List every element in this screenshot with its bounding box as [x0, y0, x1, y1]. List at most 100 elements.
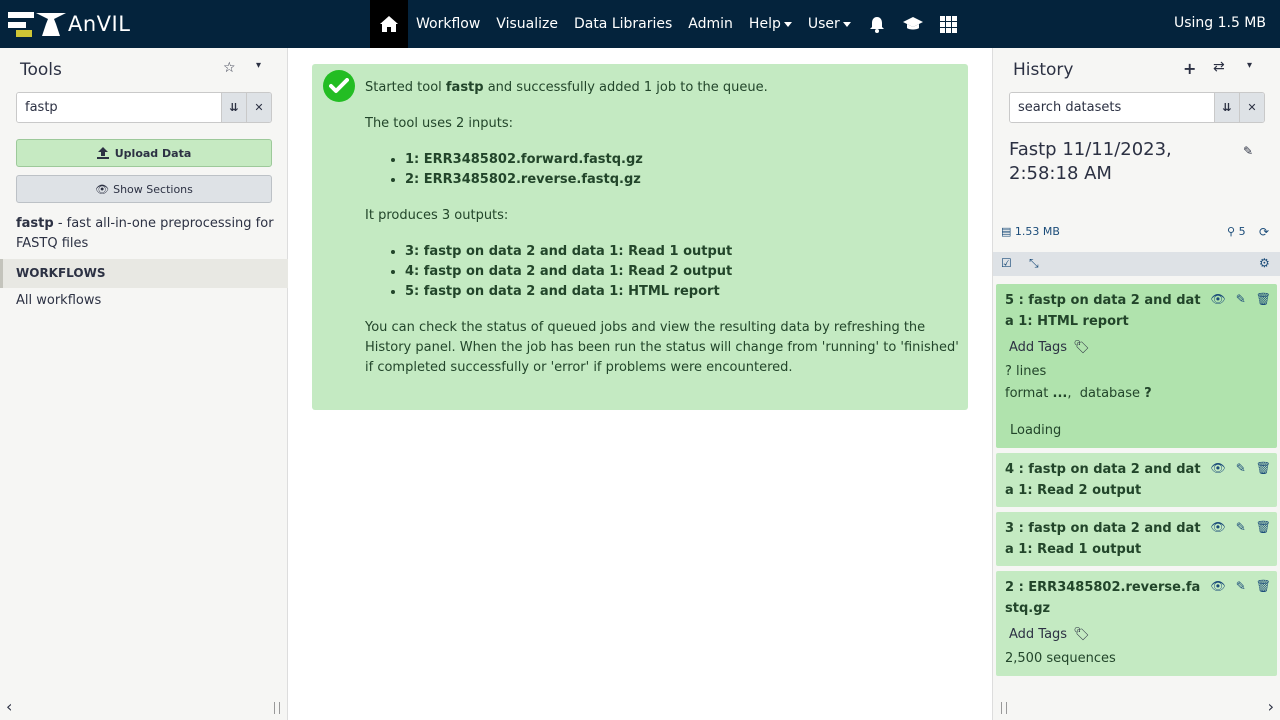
tool-search-input[interactable]	[17, 93, 221, 122]
pencil-icon[interactable]: ✎	[1236, 461, 1246, 475]
tours-button[interactable]	[895, 0, 931, 48]
eye-icon[interactable]: 👁	[1210, 579, 1225, 593]
clear-search-button[interactable]: ✕	[1239, 93, 1264, 122]
pencil-icon[interactable]: ✎	[1236, 520, 1246, 534]
add-tags-button[interactable]: Add Tags 🏷	[1009, 340, 1269, 355]
eye-icon[interactable]: 👁	[1210, 461, 1225, 475]
eye-icon[interactable]: 👁	[1210, 520, 1225, 534]
history-toolbar: ☑ ⤡ ⚙	[993, 252, 1280, 276]
pencil-icon[interactable]: ✎	[1243, 144, 1253, 158]
list-item: 2: ERR3485802.reverse.fastq.gz	[405, 170, 960, 190]
dataset-title[interactable]: 4 : fastp on data 2 and data 1: Read 2 o…	[1005, 459, 1205, 501]
tool-panel-title: Tools	[20, 60, 62, 80]
all-workflows-link[interactable]: All workflows	[16, 293, 101, 308]
show-sections-button[interactable]: 👁 Show Sections	[16, 175, 272, 203]
chevron-down-icon[interactable]: ▾	[1247, 60, 1252, 71]
home-button[interactable]	[370, 0, 408, 48]
nav-admin[interactable]: Admin	[680, 0, 741, 48]
dataset-actions: 👁 ✎ 🗑	[1210, 292, 1271, 306]
history-item[interactable]: 4 : fastp on data 2 and data 1: Read 2 o…	[996, 453, 1277, 507]
history-count-label: 5	[1238, 225, 1246, 238]
history-name[interactable]: Fastp 11/11/2023, 2:58:18 AM	[1009, 138, 1239, 186]
tool-search: ⇊ ✕	[16, 92, 272, 123]
bell-icon	[869, 16, 884, 33]
chevron-down-icon	[783, 21, 792, 27]
dataset-title[interactable]: 2 : ERR3485802.reverse.fastq.gz	[1005, 577, 1205, 619]
map-marker-icon: ⚲	[1227, 225, 1236, 238]
dataset-actions: 👁 ✎ 🗑	[1210, 461, 1271, 475]
select-items-icon[interactable]: ☑	[1001, 256, 1012, 270]
refresh-icon[interactable]: ⟳	[1259, 225, 1269, 239]
trash-icon[interactable]: 🗑	[1256, 461, 1271, 475]
trash-icon[interactable]: 🗑	[1256, 292, 1271, 306]
database-label: database	[1079, 386, 1141, 401]
history-size[interactable]: ▤ 1.53 MB	[1001, 225, 1060, 238]
upload-data-button[interactable]: Upload Data	[16, 139, 272, 167]
nav-help-label: Help	[748, 16, 781, 32]
inputs-intro: The tool uses 2 inputs:	[365, 116, 513, 131]
star-icon[interactable]: ☆	[223, 60, 236, 76]
inputs-list: 1: ERR3485802.forward.fastq.gz 2: ERR348…	[405, 150, 960, 190]
advanced-search-button[interactable]: ⇊	[1214, 93, 1239, 122]
upload-data-label: Upload Data	[114, 146, 192, 160]
dataset-loading: Loading	[1010, 423, 1062, 438]
format-label: format	[1005, 386, 1049, 401]
chevron-down-icon[interactable]: ▾	[256, 60, 261, 71]
history-item[interactable]: 3 : fastp on data 2 and data 1: Read 1 o…	[996, 512, 1277, 566]
list-item: 3: fastp on data 2 and data 1: Read 1 ou…	[405, 242, 960, 262]
history-item[interactable]: 2 : ERR3485802.reverse.fastq.gz 👁 ✎ 🗑 Ad…	[996, 571, 1277, 676]
collapse-left-icon[interactable]: ‹	[6, 697, 12, 716]
pencil-icon[interactable]: ✎	[1236, 579, 1246, 593]
add-tags-label: Add Tags	[1009, 627, 1068, 642]
add-tags-button[interactable]: Add Tags 🏷	[1009, 627, 1269, 642]
message-started-post: and successfully added 1 job to the queu…	[483, 80, 768, 95]
eye-icon[interactable]: 👁	[1210, 292, 1225, 306]
clear-search-button[interactable]: ✕	[246, 93, 271, 122]
nav-user[interactable]: User	[800, 0, 859, 48]
history-count[interactable]: ⚲ 5	[1227, 225, 1246, 238]
history-items: 5 : fastp on data 2 and data 1: HTML rep…	[996, 284, 1277, 694]
nav-help[interactable]: Help	[741, 0, 800, 48]
add-tags-label: Add Tags	[1009, 340, 1068, 355]
brand-logo[interactable]: AnVIL	[6, 8, 130, 40]
tool-result-fastp[interactable]: fastp - fast all-in-one preprocessing fo…	[16, 214, 276, 254]
history-item[interactable]: 5 : fastp on data 2 and data 1: HTML rep…	[996, 284, 1277, 448]
dataset-actions: 👁 ✎ 🗑	[1210, 520, 1271, 534]
message-started: Started tool fastp and successfully adde…	[365, 78, 960, 98]
nav-workflow[interactable]: Workflow	[408, 0, 488, 48]
plus-icon[interactable]: +	[1183, 59, 1196, 78]
switch-history-icon[interactable]: ⇄	[1213, 59, 1225, 75]
notifications-button[interactable]	[859, 0, 895, 48]
message-body: Started tool fastp and successfully adde…	[365, 78, 960, 394]
nav-data-libraries[interactable]: Data Libraries	[566, 0, 680, 48]
nav-visualize[interactable]: Visualize	[488, 0, 566, 48]
upload-icon	[96, 147, 109, 159]
list-item: 5: fastp on data 2 and data 1: HTML repo…	[405, 282, 960, 302]
history-size-label: 1.53 MB	[1014, 225, 1060, 238]
chevron-down-icon	[842, 21, 851, 27]
advanced-search-button[interactable]: ⇊	[221, 93, 246, 122]
apps-grid-button[interactable]	[931, 0, 967, 48]
database-value: ?	[1144, 386, 1152, 401]
message-tool-name: fastp	[445, 80, 484, 95]
center-panel: Started tool fastp and successfully adde…	[288, 48, 992, 720]
resize-handle[interactable]	[274, 702, 280, 714]
history-title: History	[1013, 60, 1074, 80]
resize-handle[interactable]	[1001, 702, 1007, 714]
gear-icon[interactable]: ⚙	[1259, 256, 1270, 270]
dataset-title[interactable]: 3 : fastp on data 2 and data 1: Read 1 o…	[1005, 518, 1205, 560]
quota-meter[interactable]: Using 1.5 MB	[1174, 15, 1266, 31]
tool-name: fastp	[16, 216, 54, 231]
success-message: Started tool fastp and successfully adde…	[312, 64, 968, 410]
trash-icon[interactable]: 🗑	[1256, 579, 1271, 593]
grid-icon	[940, 15, 958, 33]
trash-icon[interactable]: 🗑	[1256, 520, 1271, 534]
history-search-input[interactable]	[1010, 93, 1214, 122]
collapse-items-icon[interactable]: ⤡	[1029, 256, 1039, 271]
pencil-icon[interactable]: ✎	[1236, 292, 1246, 306]
double-chevron-down-icon: ⇊	[229, 101, 239, 114]
dataset-lines: ? lines	[1005, 364, 1047, 379]
collapse-right-icon[interactable]: ›	[1268, 697, 1274, 716]
checkmark-icon	[323, 70, 355, 102]
dataset-title[interactable]: 5 : fastp on data 2 and data 1: HTML rep…	[1005, 290, 1205, 332]
